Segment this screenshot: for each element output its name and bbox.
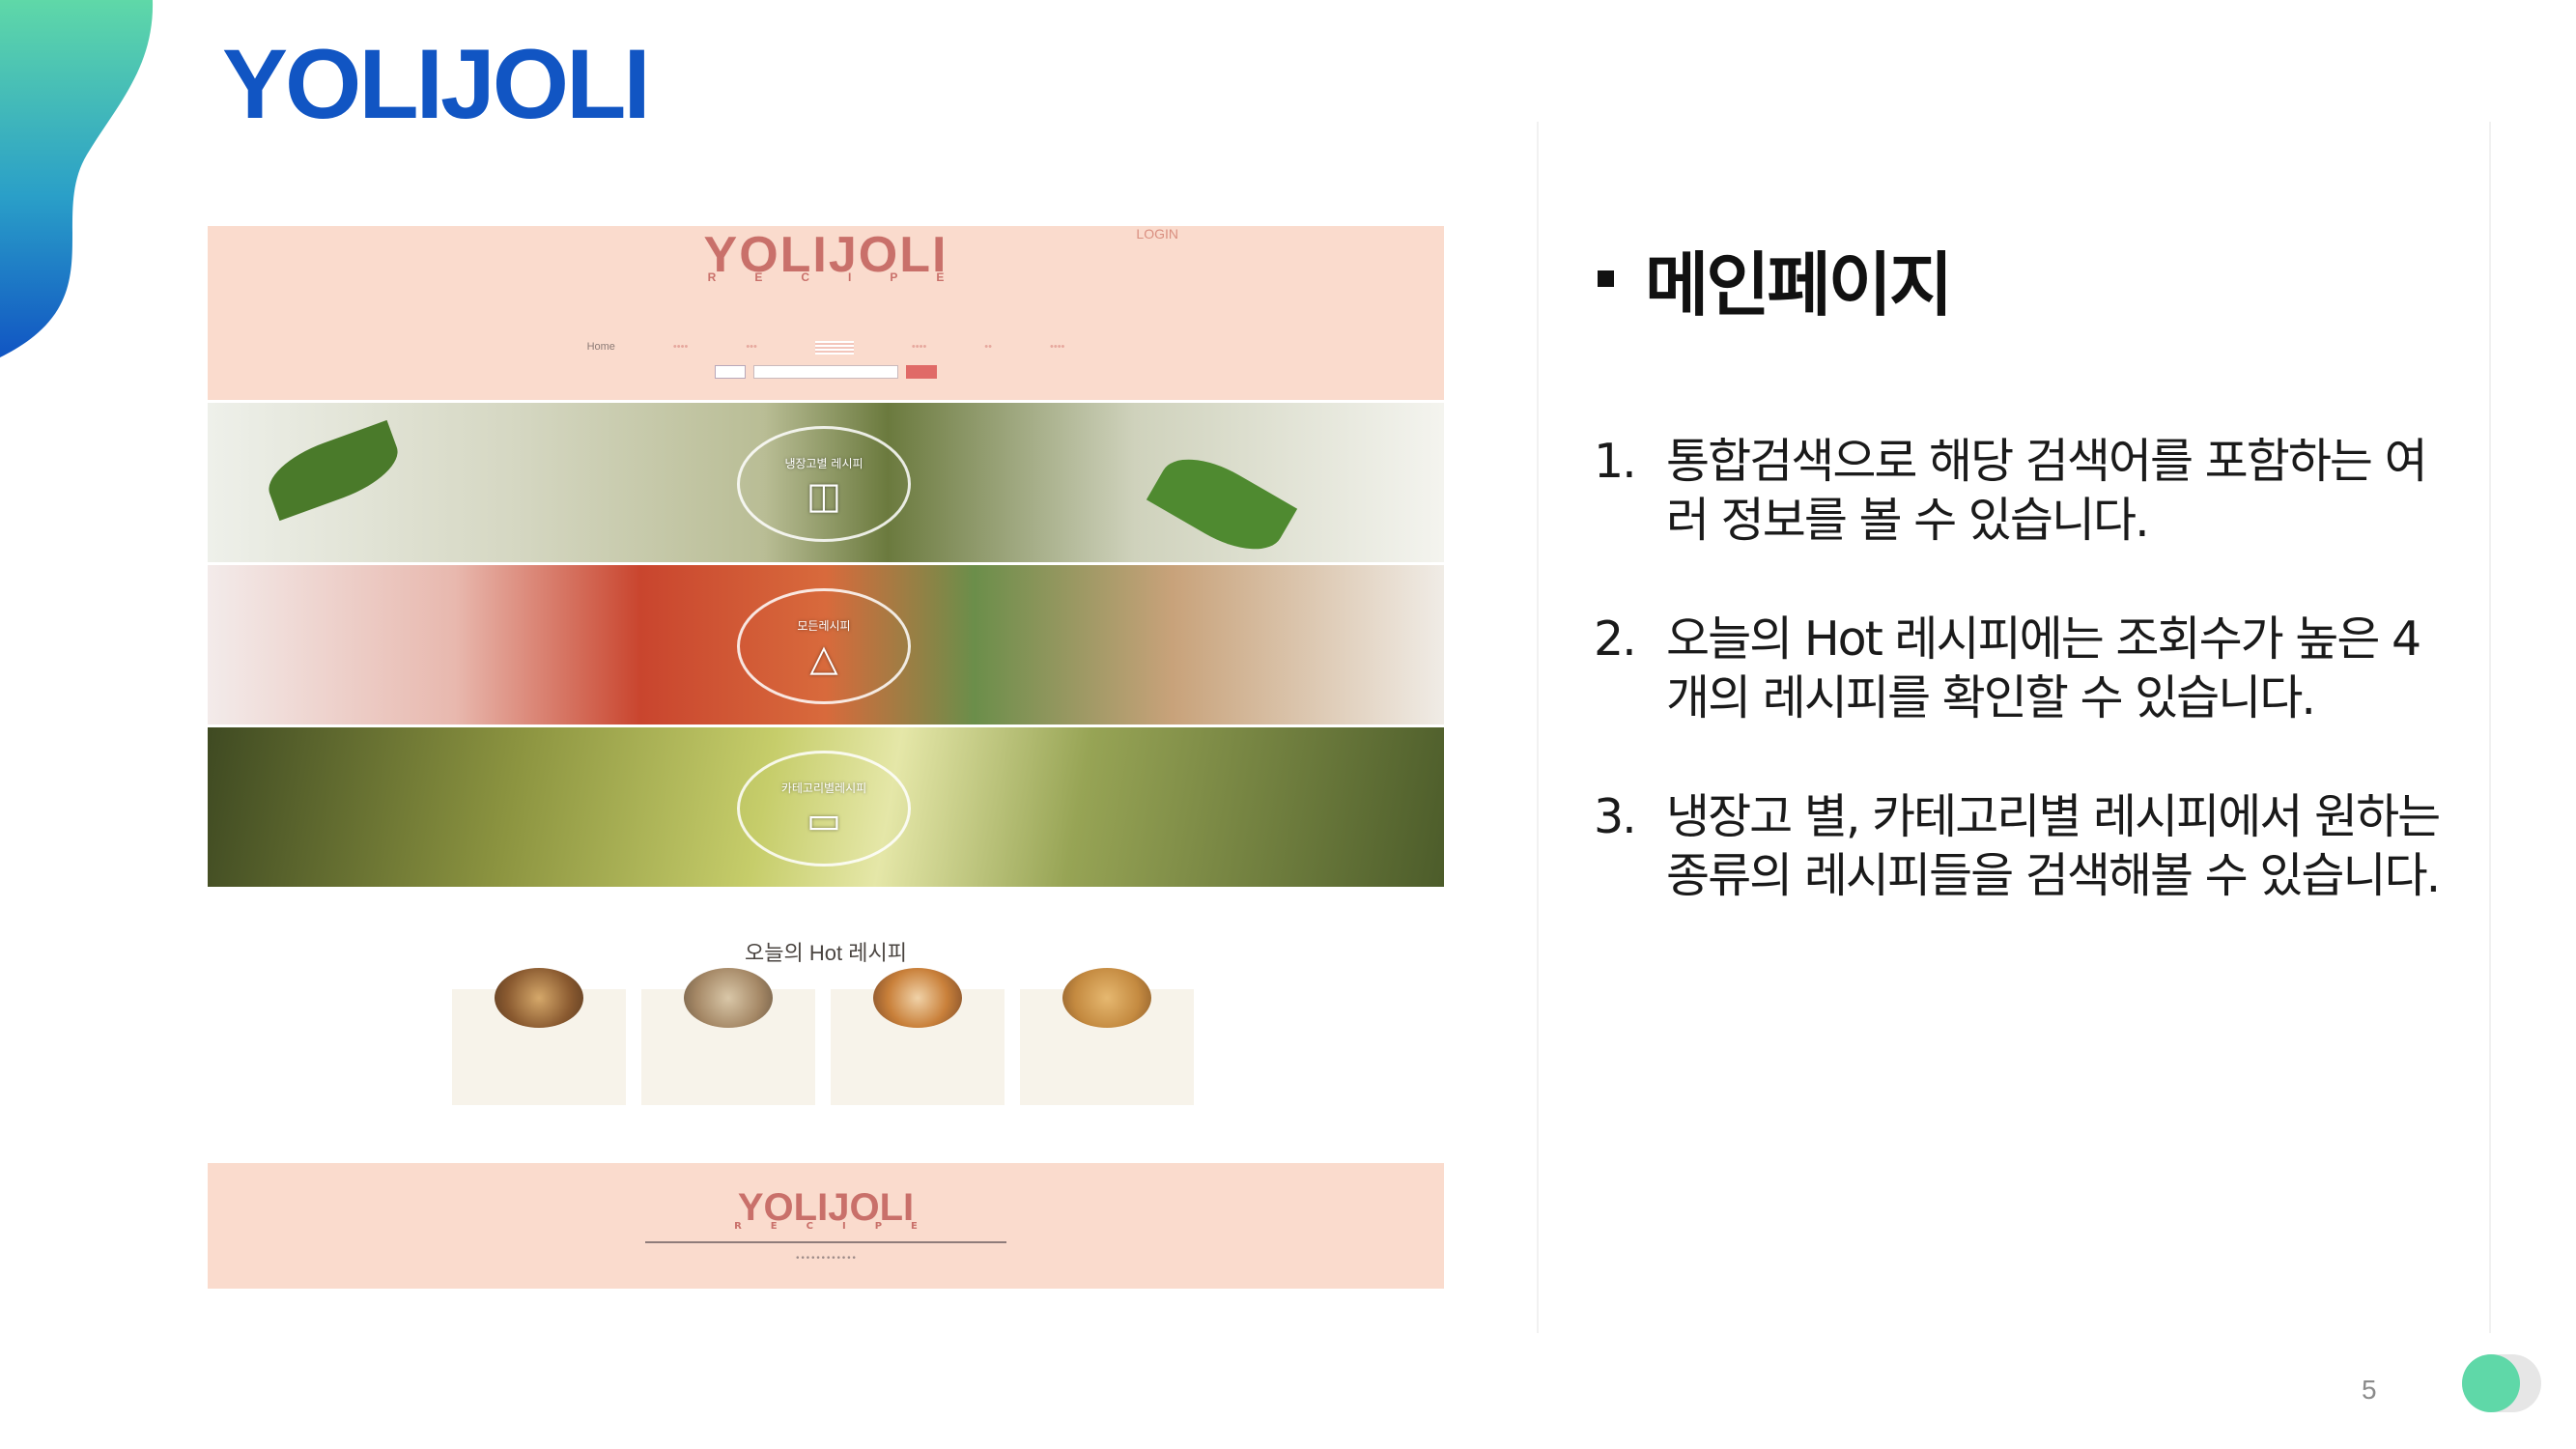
site-header: LOGIN YOLIJOLI RECIPE Home •••• ••• ••••…	[208, 226, 1444, 400]
section-heading-text: 메인페이지	[1645, 244, 1953, 326]
banner-fridge[interactable]: 냉장고별 레시피 ◫	[208, 403, 1444, 562]
hot-recipe-card[interactable]	[831, 968, 1005, 1105]
site-search-select[interactable]	[715, 365, 746, 379]
section-heading: 메인페이지	[1598, 228, 1953, 329]
banner-circle[interactable]: 냉장고별 레시피 ◫	[737, 426, 911, 542]
fridge-icon: ◫	[807, 473, 841, 517]
hot-recipe-card[interactable]	[1020, 968, 1194, 1105]
hot-recipe-card[interactable]	[452, 968, 626, 1105]
footer-divider	[645, 1241, 1006, 1243]
description-item: 1. 통합검색으로 해당 검색어를 포함하는 여러 정보를 볼 수 있습니다.	[1594, 432, 2444, 550]
site-nav-item[interactable]: ••	[984, 341, 992, 355]
site-nav-item[interactable]: ••••	[673, 341, 688, 355]
recipe-thumbnail	[1062, 968, 1151, 1028]
menu-icon[interactable]	[814, 341, 854, 355]
site-search-button[interactable]	[906, 365, 937, 379]
site-logo-sub: RECIPE	[707, 270, 983, 284]
description-item: 3. 냉장고 별, 카테고리별 레시피에서 원하는 종류의 레시피들을 검색해볼…	[1594, 787, 2444, 905]
footer-logo-sub: RECIPE	[734, 1221, 947, 1232]
item-text: 냉장고 별, 카테고리별 레시피에서 원하는 종류의 레시피들을 검색해볼 수 …	[1666, 789, 2441, 903]
basil-leaf	[1146, 440, 1298, 562]
banner-label: 모든레시피	[797, 618, 851, 633]
item-text: 통합검색으로 해당 검색어를 포함하는 여러 정보를 볼 수 있습니다.	[1666, 434, 2428, 548]
site-footer: YOLIJOLI RECIPE ••••••••••••	[208, 1163, 1444, 1289]
site-search-bar	[715, 365, 937, 379]
banner-circle[interactable]: 모든레시피 △	[737, 588, 911, 704]
site-nav: Home •••• ••• •••• •• ••••	[208, 341, 1444, 355]
page-number: 5	[2362, 1375, 2377, 1405]
site-nav-item[interactable]: ••••	[912, 341, 926, 355]
banner-label: 카테고리별레시피	[780, 781, 867, 795]
item-number: 2.	[1594, 611, 1637, 667]
recipe-thumbnail	[684, 968, 773, 1028]
banner-category[interactable]: 카테고리별레시피 ▭	[208, 727, 1444, 887]
recipe-thumbnail	[873, 968, 962, 1028]
hot-recipes-title: 오늘의 Hot 레시피	[745, 941, 907, 965]
item-text: 오늘의 Hot 레시피에는 조회수가 높은 4개의 레시피를 확인할 수 있습니…	[1666, 611, 2421, 725]
site-nav-item[interactable]: •••	[746, 341, 757, 355]
panel-divider-right	[2489, 122, 2491, 1333]
banner-circle[interactable]: 카테고리별레시피 ▭	[737, 751, 911, 867]
site-search-input[interactable]	[753, 365, 898, 379]
basil-leaf	[259, 419, 408, 522]
cloche-icon: △	[809, 636, 838, 679]
description-list: 1. 통합검색으로 해당 검색어를 포함하는 여러 정보를 볼 수 있습니다. …	[1594, 432, 2444, 965]
box-icon: ▭	[807, 798, 841, 841]
item-number: 1.	[1594, 434, 1637, 489]
panel-divider-left	[1537, 122, 1539, 1333]
banner-all-recipes[interactable]: 모든레시피 △	[208, 565, 1444, 724]
site-nav-home[interactable]: Home	[587, 341, 615, 355]
toggle-decoration	[2462, 1354, 2541, 1412]
item-number: 3.	[1594, 789, 1637, 844]
square-bullet-icon	[1598, 270, 1614, 287]
banner-label: 냉장고별 레시피	[784, 456, 863, 470]
recipe-thumbnail	[495, 968, 583, 1028]
footer-copyright: ••••••••••••	[795, 1254, 857, 1264]
website-screenshot: LOGIN YOLIJOLI RECIPE Home •••• ••• ••••…	[208, 226, 1444, 1289]
description-item: 2. 오늘의 Hot 레시피에는 조회수가 높은 4개의 레시피를 확인할 수 …	[1594, 610, 2444, 727]
hot-recipe-card[interactable]	[641, 968, 815, 1105]
hot-recipes-list	[452, 968, 1194, 1105]
slide-title: YOLIJOLI	[222, 29, 651, 139]
site-nav-item[interactable]: ••••	[1050, 341, 1064, 355]
corner-decoration	[0, 0, 154, 357]
toggle-knob	[2462, 1354, 2520, 1412]
